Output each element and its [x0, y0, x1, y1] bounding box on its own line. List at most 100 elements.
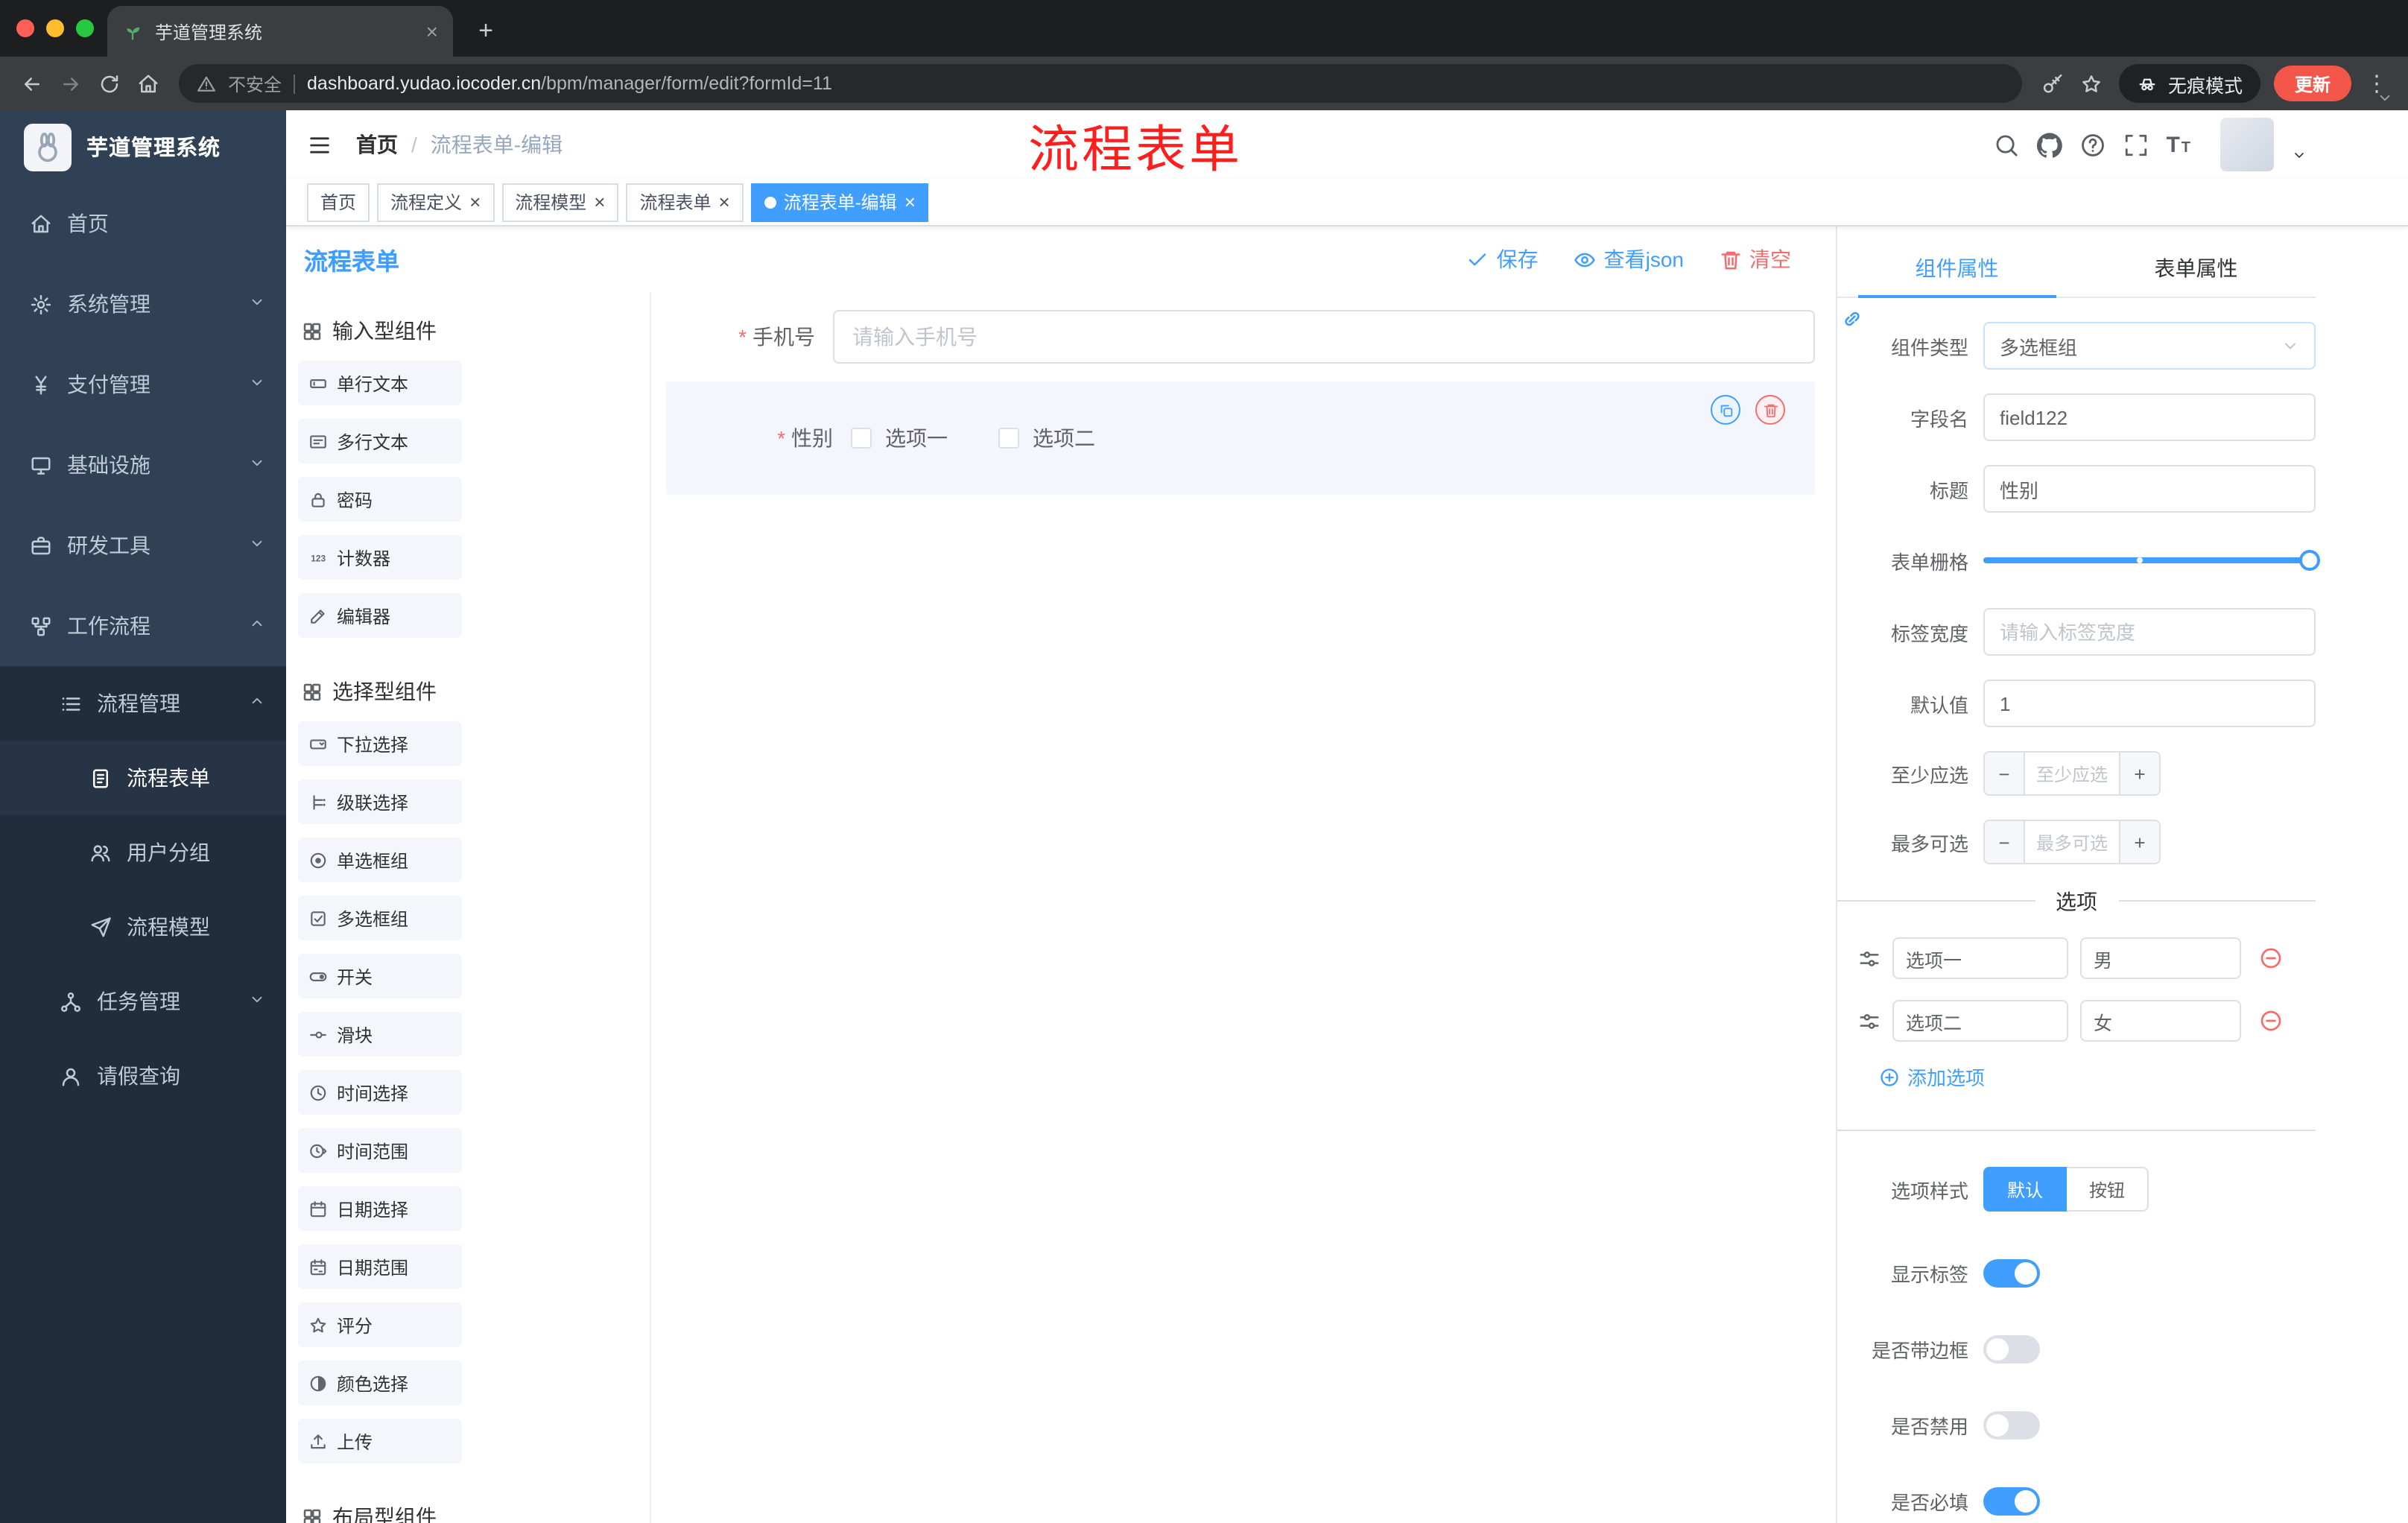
option-value-input[interactable] — [2080, 937, 2241, 979]
close-window-button[interactable] — [16, 19, 34, 37]
close-icon[interactable]: × — [904, 192, 916, 212]
github-icon[interactable] — [2036, 132, 2062, 157]
palette-item-text-input[interactable]: 单行文本 — [298, 361, 462, 405]
component-type-select[interactable]: 多选框组 — [1983, 322, 2316, 370]
avatar[interactable] — [2220, 118, 2274, 171]
title-input[interactable] — [1983, 465, 2316, 513]
tag-process-model[interactable]: 流程模型 × — [501, 183, 619, 221]
update-button[interactable]: 更新 — [2273, 66, 2351, 101]
sidebar-item-system-management[interactable]: 系统管理 — [0, 264, 286, 344]
zoom-window-button[interactable] — [76, 19, 94, 37]
palette-item-date[interactable]: 日期选择 — [298, 1186, 462, 1231]
help-icon[interactable] — [2079, 132, 2105, 157]
toggle-required[interactable] — [1983, 1487, 2040, 1516]
toolbar-chevron-icon[interactable] — [2377, 89, 2393, 106]
field-name-input[interactable] — [1983, 393, 2316, 441]
sidebar-item-process-model[interactable]: 流程模型 — [0, 890, 286, 964]
palette-item-time-range[interactable]: 时间范围 — [298, 1128, 462, 1173]
forward-button[interactable] — [51, 64, 89, 103]
view-json-button[interactable]: 查看json — [1574, 244, 1684, 274]
slider-handle[interactable] — [2299, 550, 2320, 571]
palette-item-radio[interactable]: 单选框组 — [298, 838, 462, 882]
tab-component-props[interactable]: 组件属性 — [1837, 238, 2076, 298]
phone-input[interactable] — [833, 310, 1815, 364]
password-key-icon[interactable] — [2034, 64, 2073, 103]
breadcrumb-home[interactable]: 首页 — [356, 130, 398, 159]
sidebar-item-home[interactable]: 首页 — [0, 183, 286, 264]
form-field-gender-selected[interactable]: 性别 选项一 选项二 — [666, 381, 1815, 495]
palette-item-editor[interactable]: 编辑器 — [298, 593, 462, 638]
bookmark-star-icon[interactable] — [2073, 64, 2111, 103]
delete-component-button[interactable] — [1755, 395, 1785, 425]
avatar-caret-icon[interactable] — [2292, 148, 2307, 162]
palette-item-checkbox[interactable]: 多选框组 — [298, 896, 462, 940]
tab-close-icon[interactable]: × — [426, 19, 438, 43]
palette-item-color[interactable]: 颜色选择 — [298, 1361, 462, 1405]
sidebar-item-infrastructure[interactable]: 基础设施 — [0, 425, 286, 505]
remove-option-icon[interactable] — [2259, 1009, 2283, 1033]
checkbox-option-1[interactable]: 选项一 — [851, 423, 948, 453]
home-button[interactable] — [128, 64, 167, 103]
palette-item-star[interactable]: 评分 — [298, 1302, 462, 1347]
link-icon[interactable] — [1840, 307, 1864, 331]
style-button-button[interactable]: 按钮 — [2067, 1167, 2149, 1212]
reload-button[interactable] — [89, 64, 128, 103]
style-default-button[interactable]: 默认 — [1983, 1167, 2068, 1212]
increase-button[interactable]: + — [2120, 821, 2159, 863]
form-field-phone[interactable]: 手机号 — [666, 310, 1815, 364]
option-label-input[interactable] — [1892, 937, 2068, 979]
menu-fold-icon[interactable] — [307, 132, 332, 157]
min-count-input[interactable]: 至少应选 — [2024, 753, 2120, 794]
palette-item-time[interactable]: 时间选择 — [298, 1070, 462, 1115]
app-logo[interactable]: 芋道管理系统 — [0, 110, 286, 183]
palette-item-select[interactable]: 下拉选择 — [298, 721, 462, 766]
sidebar-item-user-group[interactable]: 用户分组 — [0, 815, 286, 890]
fullscreen-icon[interactable] — [2123, 132, 2148, 157]
remove-option-icon[interactable] — [2259, 946, 2283, 970]
palette-item-upload[interactable]: 上传 — [298, 1419, 462, 1463]
back-button[interactable] — [12, 64, 51, 103]
clear-button[interactable]: 清空 — [1720, 244, 1791, 274]
drag-handle-icon[interactable] — [1858, 947, 1881, 969]
font-size-icon[interactable]: TT — [2166, 132, 2190, 157]
toggle-with-border[interactable] — [1983, 1335, 2040, 1364]
save-button[interactable]: 保存 — [1467, 244, 1539, 274]
close-icon[interactable]: × — [469, 192, 481, 212]
sidebar-item-leave-query[interactable]: 请假查询 — [0, 1039, 286, 1113]
sidebar-item-payment-management[interactable]: 支付管理 — [0, 344, 286, 425]
increase-button[interactable]: + — [2120, 753, 2159, 794]
palette-item-textarea[interactable]: 多行文本 — [298, 419, 462, 463]
address-bar[interactable]: 不安全 dashboard.yudao.iocoder.cn/bpm/manag… — [179, 64, 2022, 103]
new-tab-button[interactable]: + — [468, 13, 504, 49]
palette-item-cascader[interactable]: 级联选择 — [298, 779, 462, 824]
copy-component-button[interactable] — [1711, 395, 1740, 425]
palette-item-date-range[interactable]: 日期范围 — [298, 1244, 462, 1289]
form-grid-slider[interactable] — [1983, 536, 2320, 584]
option-value-input[interactable] — [2080, 1000, 2241, 1042]
close-icon[interactable]: × — [719, 192, 730, 212]
browser-tab[interactable]: 芋道管理系统 × — [107, 6, 453, 57]
decrease-button[interactable]: − — [1985, 753, 2024, 794]
palette-item-lock[interactable]: 密码 — [298, 477, 462, 522]
minimize-window-button[interactable] — [46, 19, 64, 37]
drag-handle-icon[interactable] — [1858, 1010, 1881, 1032]
palette-item-slider[interactable]: 滑块 — [298, 1012, 462, 1057]
close-icon[interactable]: × — [594, 192, 605, 212]
tab-form-props[interactable]: 表单属性 — [2076, 238, 2316, 297]
tag-home[interactable]: 首页 — [307, 183, 370, 221]
toggle-disabled[interactable] — [1983, 1411, 2040, 1440]
add-option-button[interactable]: 添加选项 — [1879, 1063, 2316, 1091]
sidebar-item-process-management[interactable]: 流程管理 — [0, 666, 286, 741]
label-width-input[interactable] — [1983, 608, 2316, 656]
toggle-show-label[interactable] — [1983, 1259, 2040, 1288]
checkbox-option-2[interactable]: 选项二 — [998, 423, 1095, 453]
form-canvas[interactable]: 手机号 性别 — [651, 292, 1836, 1523]
sidebar-item-task-management[interactable]: 任务管理 — [0, 964, 286, 1039]
default-value-input[interactable] — [1983, 680, 2316, 727]
palette-item-counter[interactable]: 123 计数器 — [298, 535, 462, 580]
sidebar-item-workflow[interactable]: 工作流程 — [0, 586, 286, 666]
sidebar-item-dev-tools[interactable]: 研发工具 — [0, 505, 286, 586]
max-count-input[interactable]: 最多可选 — [2024, 821, 2120, 863]
decrease-button[interactable]: − — [1985, 821, 2024, 863]
tag-process-form-edit[interactable]: 流程表单-编辑 × — [750, 183, 929, 221]
